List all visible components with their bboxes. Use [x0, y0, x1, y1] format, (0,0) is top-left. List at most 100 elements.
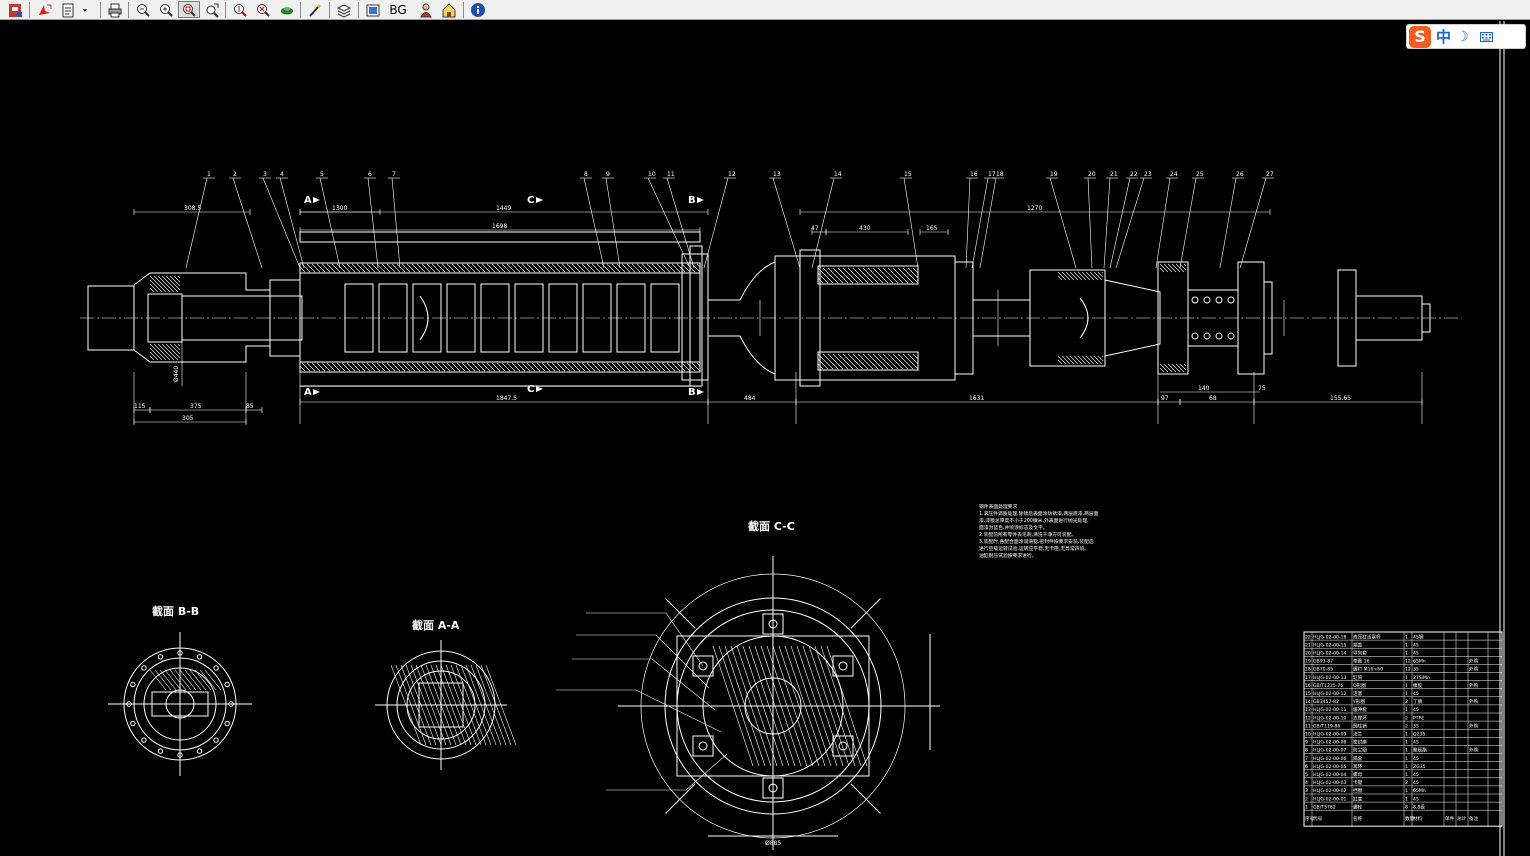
hatch-line [174, 669, 192, 691]
hatch-line [1077, 355, 1087, 365]
hatch-line [1097, 355, 1104, 362]
hatch-line [486, 263, 496, 273]
layers-button[interactable] [333, 1, 355, 18]
hatch-line [1061, 271, 1071, 281]
notes-line: 3.装配时,各配合面涂润滑脂,密封件按要求安装,装配后 [979, 540, 1094, 545]
hatch-line [541, 263, 551, 273]
bom-cell: 45 [1413, 780, 1419, 786]
zoom-in-button[interactable] [155, 1, 177, 18]
hatch-line [581, 362, 591, 372]
cc-bolt [698, 741, 708, 751]
dimension-text: 1631 [969, 395, 984, 402]
hatch-line [356, 362, 366, 372]
zoom-window-button[interactable] [178, 1, 200, 18]
bom-cell: 1 [1405, 764, 1408, 770]
zoom-realtime-icon [257, 3, 270, 17]
bom-cell: 垫圈 16 [1353, 658, 1370, 665]
bom-cell: 18 [1305, 667, 1311, 673]
zoom-extent-button[interactable] [229, 1, 251, 18]
hatch-line [331, 263, 341, 273]
dimension-text: 1698 [492, 223, 507, 230]
bom-cell: 活塞 [1353, 690, 1363, 697]
section-views [108, 556, 940, 850]
part-number: 5 [320, 171, 324, 178]
leader-line [1049, 177, 1077, 269]
hatch-line [466, 263, 476, 273]
leader-line [772, 177, 801, 269]
acrobat-export-button[interactable] [33, 1, 55, 18]
bom-cell: 2 [1405, 723, 1408, 729]
hatch-line [1159, 267, 1165, 273]
bom-cell: HLJG-02-00-11 [1313, 707, 1347, 713]
hatch-housing-top [1057, 271, 1104, 281]
background-toggle-button[interactable]: BG [386, 1, 410, 18]
home-icon [442, 2, 456, 17]
tube-top-wall [299, 262, 701, 274]
hatch-line [1183, 363, 1187, 367]
layers-icon [336, 3, 352, 18]
info-icon [471, 2, 485, 17]
leader-line [635, 689, 722, 733]
hatch-line [1057, 275, 1063, 281]
bom-cell: PTFE [1413, 715, 1424, 721]
info-button[interactable] [467, 1, 489, 18]
hatch-line [1061, 355, 1071, 365]
section-marker: A [304, 387, 320, 398]
hatch-line [481, 362, 491, 372]
bb-bolt-hole [196, 748, 203, 754]
hatch-line [501, 263, 511, 273]
hatch-line [169, 343, 181, 355]
hatch-line [1081, 355, 1091, 365]
bb-bolt-hole [224, 720, 230, 727]
part-number: 15 [904, 171, 912, 178]
hatch-line [556, 362, 566, 372]
user-button[interactable] [415, 1, 437, 18]
hatch-line [907, 267, 919, 279]
hatch-line [371, 362, 381, 372]
bom-cell: 1 [1405, 707, 1408, 713]
app-logo-button[interactable] [4, 1, 26, 18]
wand-button[interactable] [304, 1, 326, 18]
hatch-line [1163, 363, 1173, 373]
section-arrow [313, 197, 320, 203]
bom-cell: 耳环 [1353, 764, 1363, 770]
notes-line: 漆,漆膜总厚度不小于200微米,外表面进行抛光处理, [979, 519, 1089, 524]
hatch-line [591, 362, 601, 372]
toolbar-separator [100, 2, 101, 18]
home-button[interactable] [438, 1, 460, 18]
bom-cell: 隔套 [1353, 755, 1363, 762]
zoom-out-button[interactable] [132, 1, 154, 18]
cad-drawing-canvas[interactable]: 1 2 3 4 5 6 7 8 9 10 11 12 13 14 15 16 17 18 19 20 21 22 23 24 2… [0, 21, 1530, 856]
zoom-pan-button[interactable] [201, 1, 223, 18]
view-3d-button[interactable] [276, 1, 298, 18]
hatch-line [165, 343, 181, 359]
save-doc-button[interactable] [57, 1, 79, 18]
hatch-clevis-top [149, 275, 181, 293]
hatch-line [321, 263, 331, 273]
print-button[interactable] [104, 1, 126, 18]
bom-cell: 35 [1413, 667, 1419, 673]
hatch-line [351, 362, 361, 372]
bom-cell: 19 [1305, 659, 1311, 665]
leader-line [319, 177, 341, 269]
zoom-realtime-button[interactable] [252, 1, 274, 18]
dimension-text: 140 [1198, 385, 1210, 392]
leader-line [647, 177, 691, 269]
bom-cell: HLJG-02-00-14 [1313, 651, 1347, 657]
bom-cell: 螺母 [1353, 771, 1363, 778]
hatch-tube-top [299, 263, 701, 273]
hatch-line [164, 669, 182, 691]
bom-cell: 3 [1305, 788, 1308, 794]
hatch-line [391, 362, 401, 372]
hatch-line [301, 362, 311, 372]
leader-line [262, 177, 301, 269]
dropdown-arrow-button[interactable] [81, 1, 93, 18]
hatch-line [476, 362, 486, 372]
hatch-line [1073, 355, 1083, 365]
zoom-in-icon [160, 3, 173, 17]
hatch-line [406, 263, 416, 273]
bom-cell: HLJG-02-00-02 [1313, 788, 1347, 794]
frame-button[interactable] [362, 1, 384, 18]
hatch-line [157, 343, 175, 361]
hatch-line [401, 362, 411, 372]
